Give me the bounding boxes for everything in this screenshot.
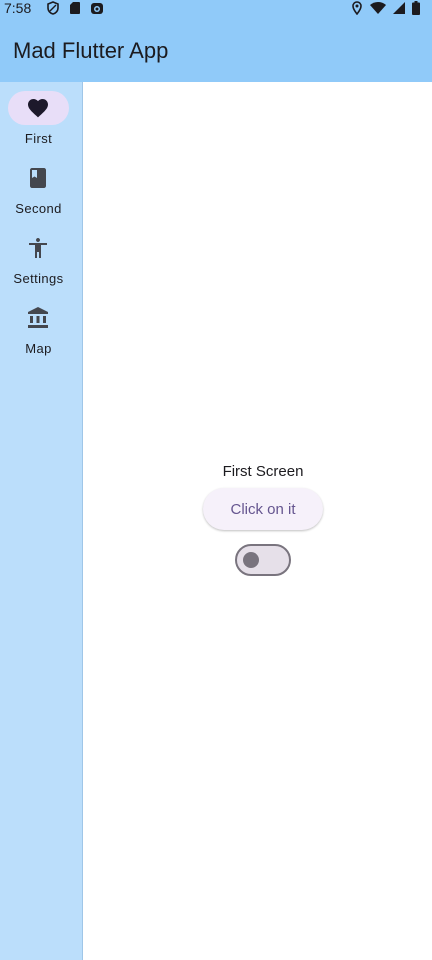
rail-item-map[interactable]: Map <box>0 292 77 356</box>
heart-icon <box>28 99 48 118</box>
rail-label-first: First <box>24 131 53 146</box>
status-time: 7:58 <box>4 0 32 16</box>
rail-label-map: Map <box>25 341 52 356</box>
app-title: Mad Flutter App <box>13 38 169 63</box>
status-left-icons <box>46 1 104 15</box>
rail-label-second: Second <box>15 201 62 216</box>
shield-icon <box>47 1 59 15</box>
screen-title: First Screen <box>222 463 304 480</box>
main-content: First Screen Click on it <box>83 82 432 960</box>
camera-icon <box>91 3 103 14</box>
rail-item-second[interactable]: Second <box>0 152 77 216</box>
click-on-it-button[interactable]: Click on it <box>203 488 323 530</box>
accessibility-icon <box>29 238 47 258</box>
toggle-switch[interactable] <box>235 544 291 576</box>
app-bar: Mad Flutter App <box>0 18 432 82</box>
battery-icon <box>412 1 420 15</box>
sd-card-icon <box>70 2 80 14</box>
location-icon <box>352 1 362 15</box>
book-icon <box>30 168 46 188</box>
signal-icon <box>393 2 405 14</box>
toggle-thumb <box>243 552 259 568</box>
status-bar: 7:58 <box>0 0 432 18</box>
app-screen: 7:58 Mad Flutter App First Second Settin… <box>0 0 432 960</box>
wifi-icon <box>370 2 386 14</box>
rail-label-settings: Settings <box>13 271 64 286</box>
bank-icon <box>28 307 48 328</box>
navigation-rail: First Second Settings Map <box>0 82 83 960</box>
rail-item-settings[interactable]: Settings <box>0 222 77 286</box>
rail-item-first[interactable]: First <box>0 82 77 146</box>
status-right-icons <box>350 1 420 15</box>
